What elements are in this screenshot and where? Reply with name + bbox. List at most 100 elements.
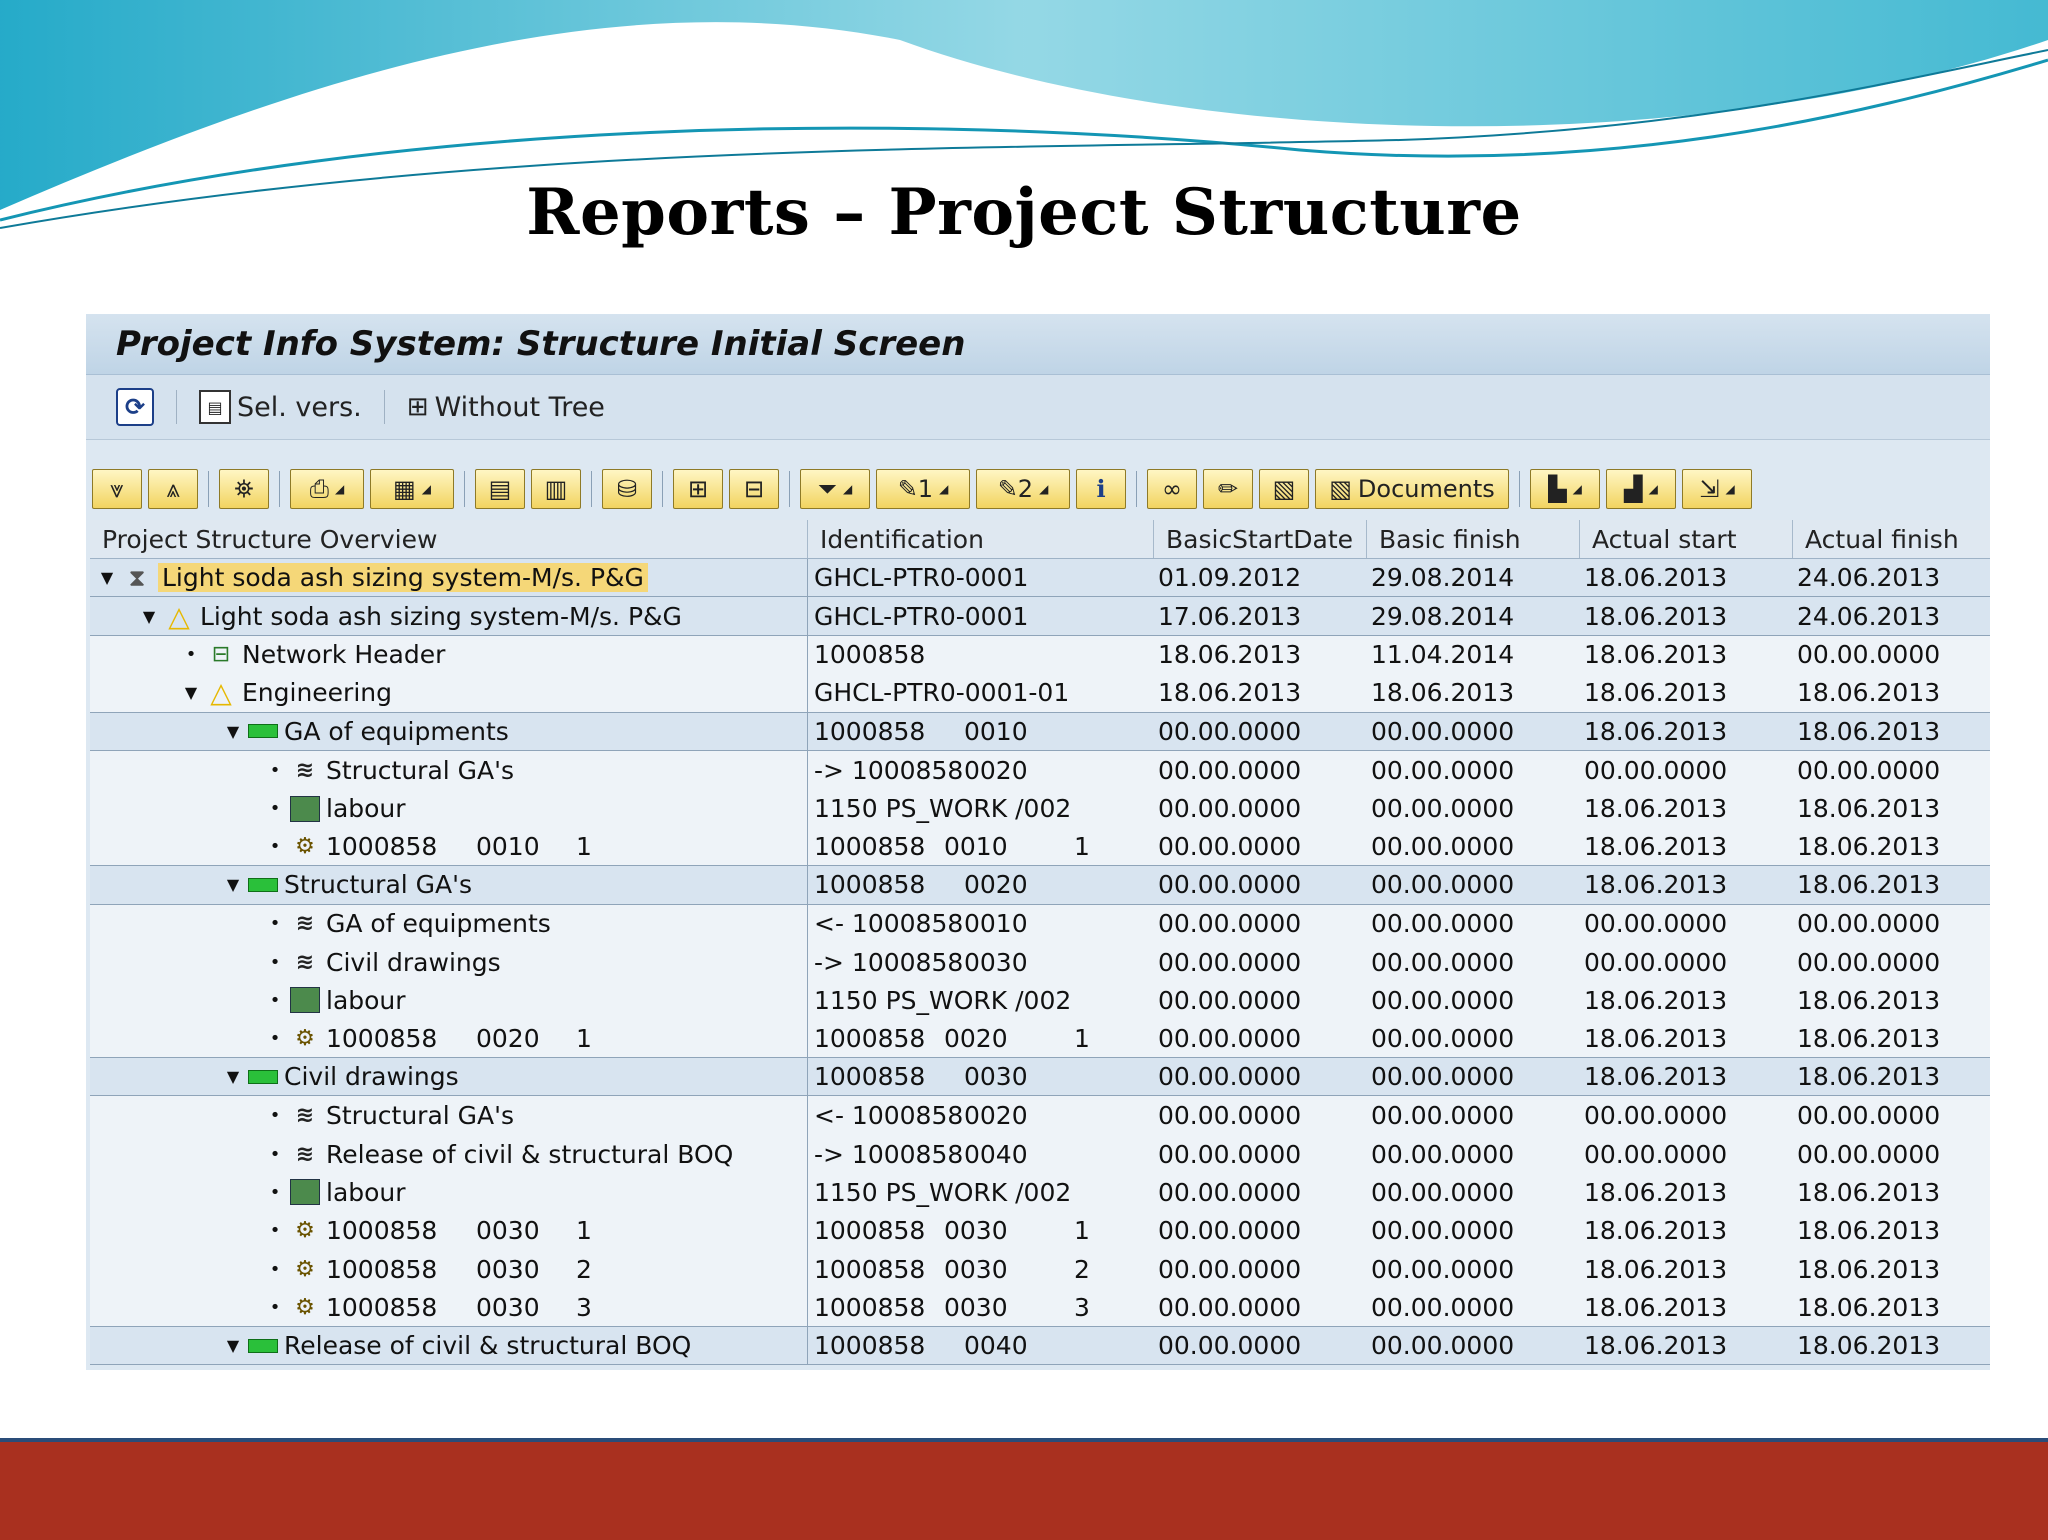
collapse-node-icon[interactable]: ▼ [222,722,244,741]
slide-title: Reports – Project Structure [526,175,1522,250]
toolbar-separator [1519,471,1520,507]
table-row[interactable]: • ⊟ Network Header 1000858 18.06.2013 11.0… [90,635,1990,675]
column-header[interactable]: Identification [808,520,1154,558]
identification-cell: -> 1000858 0040 [814,1139,1028,1169]
table-row[interactable]: • ≋ Release of civil & structural BOQ -> 1… [90,1134,1990,1174]
table-row[interactable]: • ⚙ 1000858 0030 1 1000858 0030 1 00.00.0000 0… [90,1211,1990,1251]
info-button[interactable]: ℹ [1076,469,1126,509]
basic-finish-cell: 11.04.2014 [1371,640,1515,670]
column-header[interactable]: Project Structure Overview [90,520,808,558]
actual-finish-cell: 24.06.2013 [1797,563,1941,593]
documents-button[interactable]: ▧ Documents [1315,469,1509,509]
grid-icon: ▦ [393,475,416,503]
sel-vers-button[interactable]: ▤ Sel. vers. [189,385,372,429]
actual-finish-cell: 18.06.2013 [1797,1062,1941,1092]
collapse-icon: ⩓ [166,475,180,503]
collapse-node-icon[interactable]: ▼ [180,683,202,702]
table-row[interactable]: • labour 1150 PS_WORK /002 00.00.0000 00.… [90,789,1990,828]
pencil-button[interactable]: ✏ [1203,469,1253,509]
column-header[interactable]: Actual start [1580,520,1793,558]
leaf-bullet: • [269,951,281,973]
identification-cell: 1000858 0020 [814,870,1028,900]
collapse-node-icon[interactable]: ▼ [222,1067,244,1086]
node-label: Civil drawings [284,1062,459,1092]
table-row[interactable]: • ⚙ 1000858 0030 3 1000858 0030 3 00.00.0000 0… [90,1288,1990,1327]
confirmation-icon: ⚙ [295,1025,315,1051]
delete-button[interactable]: ⊟ [729,469,779,509]
toolbar-separator [176,390,177,424]
table-row[interactable]: • ⚙ 1000858 0010 1 1000858 0010 1 00.00.0000 0… [90,827,1990,867]
column-header[interactable]: Actual finish [1793,520,1990,558]
basic-finish-cell: 00.00.0000 [1371,870,1515,900]
edit-1-button[interactable]: ✎ 1 ◢ [876,469,970,509]
table-row[interactable]: ▼ ⧗ Light soda ash sizing system-M/s. P&G … [90,559,1990,598]
print-button[interactable]: ⎙ ◢ [290,469,364,509]
actual-finish-cell: 00.00.0000 [1797,755,1941,785]
basic-start-cell: 17.06.2013 [1158,601,1302,631]
table-row[interactable]: ▼ Structural GA's 1000858 0020 00.00.0000 … [90,866,1990,905]
toolbar-separator [1136,471,1137,507]
edit-2-button[interactable]: ✎ 2 ◢ [976,469,1070,509]
actual-start-cell: 18.06.2013 [1584,640,1728,670]
actual-start-cell: 18.06.2013 [1584,794,1728,824]
relationship-icon: ≋ [295,949,315,975]
basic-finish-cell: 00.00.0000 [1371,794,1515,824]
table-row[interactable]: • ≋ Structural GA's <- 1000858 0020 00.00.0… [90,1096,1990,1135]
collapse-node-icon[interactable]: ▼ [96,568,118,587]
overview-button[interactable]: ▥ [531,469,581,509]
identification-cell: 1150 PS_WORK /002 [814,985,1072,1015]
toolbar-separator [591,471,592,507]
expand-all-button[interactable]: ⩔ [92,469,142,509]
chart-icon: ▟ [1624,475,1643,503]
table-row[interactable]: • ⚙ 1000858 0020 1 1000858 0020 1 00.00.0000 0… [90,1019,1990,1059]
actual-finish-cell: 18.06.2013 [1797,985,1941,1015]
collapse-all-button[interactable]: ⩓ [148,469,198,509]
collapse-node-icon[interactable]: ▼ [222,875,244,894]
chart-button[interactable]: ▟ ◢ [1606,469,1676,509]
table-row[interactable]: • ⚙ 1000858 0030 2 1000858 0030 2 00.00.0000 0… [90,1250,1990,1289]
without-tree-button[interactable]: ⊞ Without Tree [397,385,615,429]
table-row[interactable]: ▼ △ Light soda ash sizing system-M/s. P&G … [90,597,1990,636]
table-row[interactable]: • ≋ Structural GA's -> 1000858 0020 00.00.0… [90,750,1990,790]
toolbar-separator [789,471,790,507]
table-row[interactable]: ▼ GA of equipments 1000858 0010 00.00.0000… [90,712,1990,751]
dropdown-arrow-icon: ◢ [1725,482,1735,496]
leaf-bullet: • [269,989,281,1011]
collapse-node-icon[interactable]: ▼ [222,1336,244,1355]
table-row[interactable]: • labour 1150 PS_WORK /002 00.00.0000 00.… [90,981,1990,1020]
node-label: Release of civil & structural BOQ [326,1139,734,1169]
toolbar-separator [464,471,465,507]
export-button[interactable]: ⇲ ◢ [1682,469,1752,509]
table-row[interactable]: ▼ Release of civil & structural BOQ 10008… [90,1326,1990,1366]
column-header[interactable]: Basic finish [1367,520,1580,558]
actual-finish-cell: 00.00.0000 [1797,909,1941,939]
find-button[interactable]: ⛯ [219,469,269,509]
basic-start-cell: 01.09.2012 [1158,563,1302,593]
table-row[interactable]: ▼ △ Engineering GHCL-PTR0-0001-01 18.06.20… [90,674,1990,713]
actual-finish-cell: 18.06.2013 [1797,1331,1941,1360]
collapse-node-icon[interactable]: ▼ [138,607,160,626]
detail-button[interactable]: ▤ [475,469,525,509]
table-row[interactable]: • labour 1150 PS_WORK /002 00.00.0000 00.… [90,1173,1990,1212]
expand-icon: ⩔ [110,475,124,503]
actual-start-cell: 18.06.2013 [1584,985,1728,1015]
table-row[interactable]: ▼ Civil drawings 1000858 0030 00.00.0000 0… [90,1058,1990,1097]
table-row[interactable]: • ≋ Civil drawings -> 1000858 0030 00.00.00… [90,942,1990,982]
add-button[interactable]: ⊞ [673,469,723,509]
identification-cell: 1000858 0030 [814,1062,1028,1092]
actual-finish-cell: 18.06.2013 [1797,831,1941,861]
node-label: Structural GA's [326,755,515,785]
labour-icon [290,795,320,823]
refresh-button[interactable]: ⟳ [106,385,164,429]
document-button[interactable]: ▧ [1259,469,1309,509]
column-header[interactable]: BasicStartDate [1154,520,1367,558]
table-row[interactable]: • ≋ GA of equipments <- 1000858 0010 00.00.… [90,904,1990,943]
hierarchy-button[interactable]: ▙ ◢ [1530,469,1600,509]
glasses-icon: ∞ [1162,475,1182,503]
basic-finish-cell: 00.00.0000 [1371,1139,1515,1169]
confirmation-icon: ⚙ [295,1218,315,1244]
glasses-button[interactable]: ∞ [1147,469,1197,509]
layout-button[interactable]: ▦ ◢ [370,469,454,509]
filter-button[interactable]: ⏷ ◢ [800,469,870,509]
database-button[interactable]: ⛁ [602,469,652,509]
